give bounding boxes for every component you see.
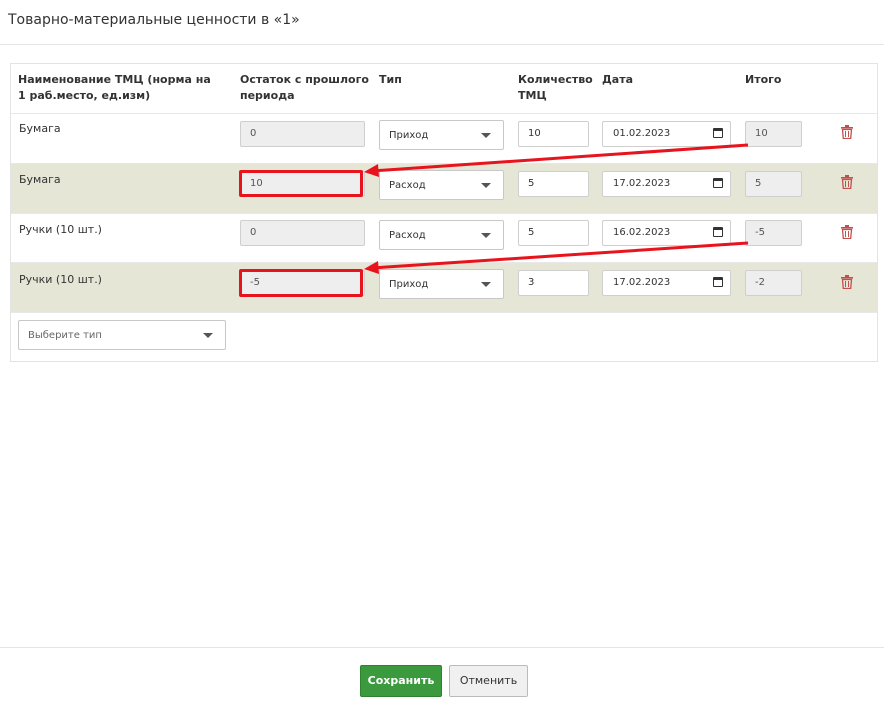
type-select[interactable]: Расход [379, 220, 504, 250]
chevron-down-icon [203, 333, 213, 338]
total-field: -5 [745, 220, 802, 246]
type-select-value: Приход [389, 279, 429, 290]
trash-icon[interactable] [841, 175, 853, 189]
column-header-total: Итого [745, 73, 782, 86]
add-type-select[interactable]: Выберите тип [18, 320, 226, 350]
date-value: 16.02.2023 [613, 227, 671, 238]
chevron-down-icon [481, 282, 491, 287]
calendar-icon[interactable] [713, 277, 723, 287]
add-type-placeholder: Выберите тип [28, 330, 102, 341]
total-field: 5 [745, 171, 802, 197]
chevron-down-icon [481, 183, 491, 188]
trash-icon[interactable] [841, 225, 853, 239]
date-input[interactable]: 17.02.2023 [602, 270, 731, 296]
calendar-icon[interactable] [713, 128, 723, 138]
date-value: 17.02.2023 [613, 178, 671, 189]
date-input[interactable]: 01.02.2023 [602, 121, 731, 147]
row-name: Бумага [19, 122, 61, 135]
type-select[interactable]: Приход [379, 120, 504, 150]
remainder-field: 0 [240, 220, 365, 246]
column-header-name: Наименование ТМЦ (норма на 1 раб.место, … [18, 73, 211, 102]
type-select-value: Приход [389, 130, 429, 141]
type-select[interactable]: Расход [379, 170, 504, 200]
calendar-icon[interactable] [713, 178, 723, 188]
total-field: 10 [745, 121, 802, 147]
highlight-box [239, 269, 363, 297]
column-header-quantity: Количество ТМЦ [518, 73, 593, 102]
date-input[interactable]: 17.02.2023 [602, 171, 731, 197]
column-header-type: Тип [379, 73, 402, 86]
dialog-title: Товарно-материальные ценности в «1» [8, 12, 300, 28]
chevron-down-icon [481, 233, 491, 238]
row-name: Бумага [19, 173, 61, 186]
date-input[interactable]: 16.02.2023 [602, 220, 731, 246]
date-value: 17.02.2023 [613, 277, 671, 288]
quantity-input[interactable]: 10 [518, 121, 589, 147]
table-divider [11, 312, 877, 313]
footer-divider [0, 647, 884, 648]
row-name: Ручки (10 шт.) [19, 273, 102, 286]
date-value: 01.02.2023 [613, 128, 671, 139]
quantity-input[interactable]: 5 [518, 220, 589, 246]
save-button[interactable]: Сохранить [360, 665, 442, 697]
column-header-remainder: Остаток с прошлого периода [240, 73, 369, 102]
trash-icon[interactable] [841, 275, 853, 289]
quantity-input[interactable]: 3 [518, 270, 589, 296]
total-field: -2 [745, 270, 802, 296]
type-select-value: Расход [389, 180, 426, 191]
column-header-date: Дата [602, 73, 634, 86]
trash-icon[interactable] [841, 125, 853, 139]
cancel-button[interactable]: Отменить [449, 665, 528, 697]
chevron-down-icon [481, 133, 491, 138]
row-name: Ручки (10 шт.) [19, 223, 102, 236]
quantity-input[interactable]: 5 [518, 171, 589, 197]
remainder-field: 0 [240, 121, 365, 147]
type-select[interactable]: Приход [379, 269, 504, 299]
dialog-header: Товарно-материальные ценности в «1» [0, 0, 884, 45]
type-select-value: Расход [389, 230, 426, 241]
calendar-icon[interactable] [713, 227, 723, 237]
highlight-box [239, 170, 363, 197]
